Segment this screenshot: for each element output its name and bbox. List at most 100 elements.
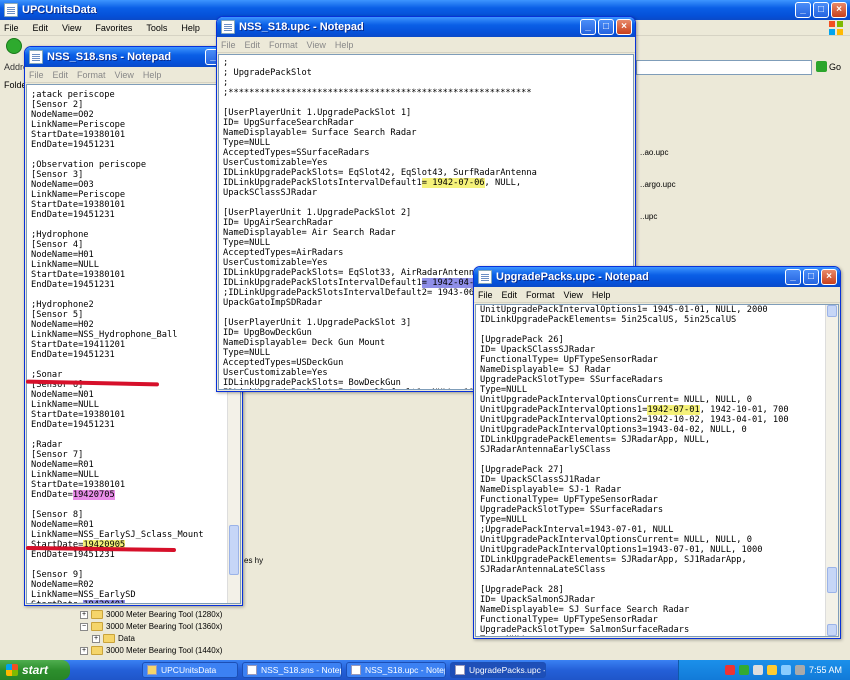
back-icon[interactable] <box>6 38 22 54</box>
address-input[interactable] <box>636 60 812 75</box>
close-button[interactable]: × <box>821 269 837 285</box>
minimize-button[interactable]: _ <box>785 269 801 285</box>
text-line: ID= UpackSClassSJ1Radar <box>480 475 601 485</box>
text-line: StartDate=19380101 <box>31 130 126 140</box>
collapse-icon[interactable]: − <box>80 622 88 631</box>
taskbar-item-sns[interactable]: NSS_S18.sns - Notepad <box>242 662 342 678</box>
expand-icon[interactable]: + <box>80 610 88 619</box>
tree-item[interactable]: + 3000 Meter Bearing Tool (1440x) <box>80 646 222 655</box>
text-line: Type=NULL <box>480 635 838 636</box>
expand-icon[interactable]: + <box>92 634 100 643</box>
close-button[interactable]: × <box>831 2 847 18</box>
upc-titlebar[interactable]: NSS_S18.upc - Notepad _ □ × <box>217 17 635 37</box>
maximize-button[interactable]: □ <box>813 2 829 18</box>
text-line <box>31 430 240 440</box>
minimize-button[interactable]: _ <box>795 2 811 18</box>
text-line: [UpgradePack 28] <box>480 585 564 595</box>
scroll-thumb[interactable] <box>229 525 239 575</box>
start-button[interactable]: start <box>0 660 70 680</box>
tray-icon[interactable] <box>794 665 805 675</box>
menu-help[interactable]: Help <box>592 290 611 300</box>
windows-logo-icon <box>6 664 18 676</box>
menu-view[interactable]: View <box>307 40 326 50</box>
text-line: SJRadarAntennaEarlySClass <box>480 445 611 455</box>
packs-scrollbar[interactable] <box>825 305 838 636</box>
menu-help[interactable]: Help <box>335 40 354 50</box>
text-line: AcceptedTypes=SSurfaceRadars <box>223 148 370 158</box>
menu-help[interactable]: Help <box>181 23 200 33</box>
text-line: [UpgradePack 26] <box>480 335 564 345</box>
maximize-button[interactable]: □ <box>598 19 614 35</box>
close-button[interactable]: × <box>616 19 632 35</box>
minimize-button[interactable]: _ <box>580 19 596 35</box>
text-line: ;UpgradePackInterval=1943-07-01, NULL <box>480 525 674 535</box>
tray-icon[interactable] <box>766 665 777 675</box>
text-line: ;atack periscope <box>31 90 115 100</box>
text-line: LinkName=NSS_EarlySD <box>31 590 136 600</box>
file-item[interactable]: es hy <box>244 556 263 565</box>
tree-label: 3000 Meter Bearing Tool (1280x) <box>106 610 223 619</box>
menu-edit[interactable]: Edit <box>53 70 69 80</box>
text-line: ;Radar <box>31 440 63 450</box>
menu-favorites[interactable]: Favorites <box>95 23 132 33</box>
text-line: ;Observation periscope <box>31 160 147 170</box>
sns-titlebar[interactable]: NSS_S18.sns - Notepad _ □ <box>25 47 242 67</box>
text-line: StartDate=19380101 <box>31 480 126 490</box>
file-item[interactable]: ..argo.upc <box>640 180 676 189</box>
text-line: IDLinkUpgradePackElements= 5in25calUS, 5… <box>480 315 737 325</box>
menu-view[interactable]: View <box>564 290 583 300</box>
text-line: [Sensor 7] <box>31 450 84 460</box>
text-line: NameDisplayable= SJ Surface Search Radar <box>480 605 690 615</box>
sns-text-area[interactable]: ;atack periscope [Sensor 2] NodeName=O02 Li… <box>26 84 241 604</box>
file-item[interactable]: ..upc <box>640 212 657 221</box>
windows-flag-icon <box>828 20 844 36</box>
explorer-title: UPCUnitsData <box>22 4 97 16</box>
taskbar-item-explorer[interactable]: UPCUnitsData <box>142 662 238 678</box>
text-line: ;Hydrophone2 <box>31 300 94 310</box>
text-line: Type=NULL <box>480 515 528 525</box>
menu-file[interactable]: File <box>221 40 236 50</box>
text-line: ;***************************************… <box>223 88 532 98</box>
expand-icon[interactable]: + <box>80 646 88 655</box>
scroll-up-icon[interactable] <box>827 305 837 317</box>
text-line: ID= UpackSClassSJRadar <box>480 345 596 355</box>
menu-view[interactable]: View <box>62 23 81 33</box>
scroll-thumb[interactable] <box>827 567 837 593</box>
text-line: NameDisplayable= SJ Radar <box>480 365 611 375</box>
text-line: UnitUpgradePackIntervalOptions2=1942-10-… <box>480 415 789 425</box>
menu-help[interactable]: Help <box>143 70 162 80</box>
tree-label: 3000 Meter Bearing Tool (1440x) <box>106 646 223 655</box>
file-item[interactable]: ..ao.upc <box>640 148 668 157</box>
tree-item[interactable]: + Data <box>92 634 135 643</box>
menu-edit[interactable]: Edit <box>245 40 261 50</box>
menu-file[interactable]: File <box>4 23 19 33</box>
packs-text-area[interactable]: UnitUpgradePackIntervalOptions1= 1945-01… <box>475 304 839 637</box>
menu-view[interactable]: View <box>115 70 134 80</box>
tree-item[interactable]: − 3000 Meter Bearing Tool (1360x) <box>80 622 222 631</box>
taskbar-item-label: NSS_S18.upc - Notepad <box>365 665 445 675</box>
tree-item[interactable]: + 3000 Meter Bearing Tool (1280x) <box>80 610 222 619</box>
menu-file[interactable]: File <box>478 290 493 300</box>
packs-menubar: File Edit Format View Help <box>474 287 840 303</box>
packs-titlebar[interactable]: UpgradePacks.upc - Notepad _ □ × <box>474 267 840 287</box>
tray-icon[interactable] <box>724 665 735 675</box>
go-label: Go <box>829 61 842 72</box>
menu-format[interactable]: Format <box>526 290 555 300</box>
go-arrow-icon <box>816 61 827 72</box>
text-line: AcceptedTypes=AirRadars <box>223 248 344 258</box>
maximize-button[interactable]: □ <box>803 269 819 285</box>
go-button[interactable]: Go <box>816 61 841 72</box>
taskbar-item-upc[interactable]: NSS_S18.upc - Notepad <box>346 662 446 678</box>
menu-edit[interactable]: Edit <box>33 23 49 33</box>
menu-tools[interactable]: Tools <box>146 23 167 33</box>
text-line: EndDate=19451231 <box>31 210 115 220</box>
menu-format[interactable]: Format <box>269 40 298 50</box>
tray-icon[interactable] <box>752 665 763 675</box>
scroll-down-icon[interactable] <box>827 624 837 636</box>
menu-format[interactable]: Format <box>77 70 106 80</box>
menu-file[interactable]: File <box>29 70 44 80</box>
menu-edit[interactable]: Edit <box>502 290 518 300</box>
taskbar-item-packs[interactable]: UpgradePacks.upc - ... <box>450 662 546 678</box>
tray-icon[interactable] <box>780 665 791 675</box>
tray-icon[interactable] <box>738 665 749 675</box>
